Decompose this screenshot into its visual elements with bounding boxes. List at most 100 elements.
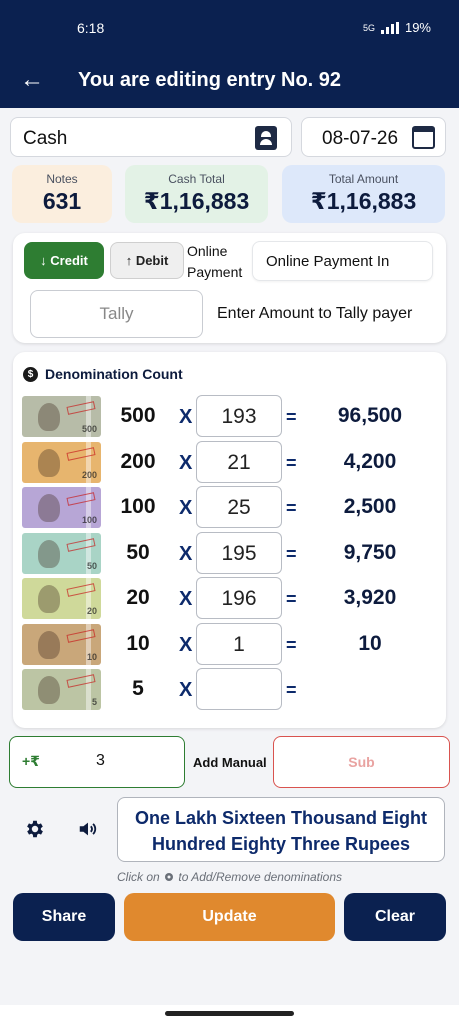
times-symbol: X <box>179 633 193 656</box>
denomination-label: 10 <box>126 631 150 655</box>
gear-small-icon <box>165 873 174 881</box>
times-symbol: X <box>179 451 193 474</box>
cash-total-value: ₹1,16,883 <box>143 188 250 214</box>
manual-prefix: +₹ <box>22 753 40 769</box>
denomination-total: 10 <box>358 631 382 655</box>
dollar-circle-icon: $ <box>23 366 38 382</box>
page-title: You are editing entry No. 92 <box>78 69 342 91</box>
notes-stat-value: 631 <box>42 188 82 214</box>
times-symbol: X <box>179 542 193 565</box>
note-denomination-mark: 5 <box>91 697 97 707</box>
currency-note-image: 5 <box>22 669 101 710</box>
debit-button[interactable]: ↑ Debit <box>110 242 184 279</box>
equals-symbol: = <box>286 589 297 609</box>
note-denomination-mark: 100 <box>81 515 97 525</box>
date-value: 08-07-26 <box>322 128 399 149</box>
account-name: Cash <box>23 128 68 149</box>
equals-symbol: = <box>286 543 297 564</box>
note-denomination-mark: 500 <box>81 424 97 434</box>
note-denomination-mark: 200 <box>81 469 97 480</box>
denomination-label: 20 <box>126 586 150 609</box>
cash-total-stat: Cash Total ₹1,16,883 <box>125 165 268 223</box>
online-payment-value: Online Payment In <box>266 253 390 270</box>
equals-symbol: = <box>286 634 297 655</box>
manual-value: 3 <box>96 752 105 769</box>
denomination-label: 100 <box>120 495 156 518</box>
total-amount-stat: Total Amount ₹1,16,883 <box>282 165 445 223</box>
back-arrow-icon[interactable]: ← <box>20 66 44 94</box>
note-denomination-mark: 10 <box>86 651 97 662</box>
credit-label: Credit <box>50 253 88 268</box>
denomination-count-input[interactable]: 21 <box>196 440 282 483</box>
denomination-count-input[interactable]: 25 <box>196 486 282 528</box>
account-field[interactable]: Cash <box>10 117 292 157</box>
currency-note-image: 20 <box>22 578 101 619</box>
note-denomination-mark: 50 <box>86 560 97 571</box>
notes-stat-label: Notes <box>46 172 78 186</box>
denomination-heading: $ Denomination Count <box>23 366 183 382</box>
denomination-count-input[interactable] <box>196 668 282 710</box>
home-indicator[interactable] <box>165 1011 294 1016</box>
times-symbol: X <box>179 588 193 610</box>
total-amount-label: Total Amount <box>328 172 399 186</box>
denomination-total: 3,920 <box>343 586 397 609</box>
arrow-up-icon: ↑ <box>125 253 133 268</box>
total-amount-value: ₹1,16,883 <box>310 188 417 214</box>
denomination-count-input[interactable]: 1 <box>196 622 282 665</box>
denomination-label: 50 <box>126 540 150 564</box>
denomination-label: 500 <box>120 404 156 427</box>
navigation-bar <box>0 1005 459 1024</box>
share-button[interactable]: Share <box>13 893 115 941</box>
denomination-count-input[interactable]: 195 <box>196 531 282 574</box>
times-symbol: X <box>179 679 193 701</box>
payment-card: ↓ Credit ↑ Debit Online Payment Online P… <box>13 233 446 343</box>
denomination-total: 96,500 <box>337 404 403 427</box>
equals-symbol: = <box>286 452 297 473</box>
signal-icon <box>380 21 399 34</box>
manual-amount-input[interactable]: +₹ 3 <box>9 736 185 788</box>
arrow-down-icon: ↓ <box>40 253 47 268</box>
denomination-label: 200 <box>120 449 156 473</box>
denomination-title: Denomination Count <box>45 366 183 382</box>
cash-total-label: Cash Total <box>168 172 225 186</box>
online-payment-label: Online Payment <box>187 243 243 280</box>
date-field[interactable]: 08-07-26 <box>301 117 446 157</box>
hint-after: to Add/Remove denominations <box>178 870 343 884</box>
denomination-count-input[interactable]: 196 <box>196 577 282 619</box>
denomination-card: $ Denomination Count 500 500 X 193 = 96,500 20… <box>13 352 446 728</box>
tally-placeholder: Tally <box>99 304 134 323</box>
denomination-label: 5 <box>132 677 144 700</box>
denomination-hint: Click on to Add/Remove denominations <box>0 870 459 884</box>
currency-note-image: 500 <box>22 396 101 437</box>
gear-icon[interactable] <box>24 818 46 840</box>
currency-note-image: 100 <box>22 487 101 528</box>
hint-before: Click on <box>116 870 160 884</box>
amount-in-words: One Lakh Sixteen Thousand Eight Hundred … <box>117 797 445 862</box>
denomination-total: 4,200 <box>343 449 397 473</box>
equals-symbol: = <box>286 498 297 518</box>
contact-book-icon[interactable] <box>255 126 277 150</box>
denomination-count-input[interactable]: 193 <box>196 395 282 437</box>
notes-stat: Notes 631 <box>12 165 112 223</box>
currency-note-image: 10 <box>22 623 101 665</box>
add-manual-button[interactable]: Add Manual <box>193 755 267 770</box>
app-bar: ← You are editing entry No. 92 <box>0 56 459 108</box>
tally-input[interactable]: Tally <box>30 290 203 338</box>
calendar-icon[interactable] <box>412 126 435 149</box>
note-denomination-mark: 20 <box>86 606 97 616</box>
times-symbol: X <box>179 406 193 428</box>
online-payment-dropdown[interactable]: Online Payment In <box>252 241 433 281</box>
debit-label: Debit <box>135 253 169 268</box>
times-symbol: X <box>179 497 193 519</box>
credit-button[interactable]: ↓ Credit <box>24 242 104 279</box>
denomination-total: 2,500 <box>343 495 397 518</box>
clear-button[interactable]: Clear <box>344 893 446 941</box>
speaker-icon[interactable] <box>76 818 100 840</box>
sub-button[interactable]: Sub <box>273 736 450 788</box>
update-button[interactable]: Update <box>124 893 335 941</box>
equals-symbol: = <box>286 680 297 700</box>
status-time: 6:18 <box>77 20 105 36</box>
currency-note-image: 50 <box>22 532 101 574</box>
tally-hint: Enter Amount to Tally payer <box>217 305 413 322</box>
sub-label: Sub <box>348 754 375 770</box>
